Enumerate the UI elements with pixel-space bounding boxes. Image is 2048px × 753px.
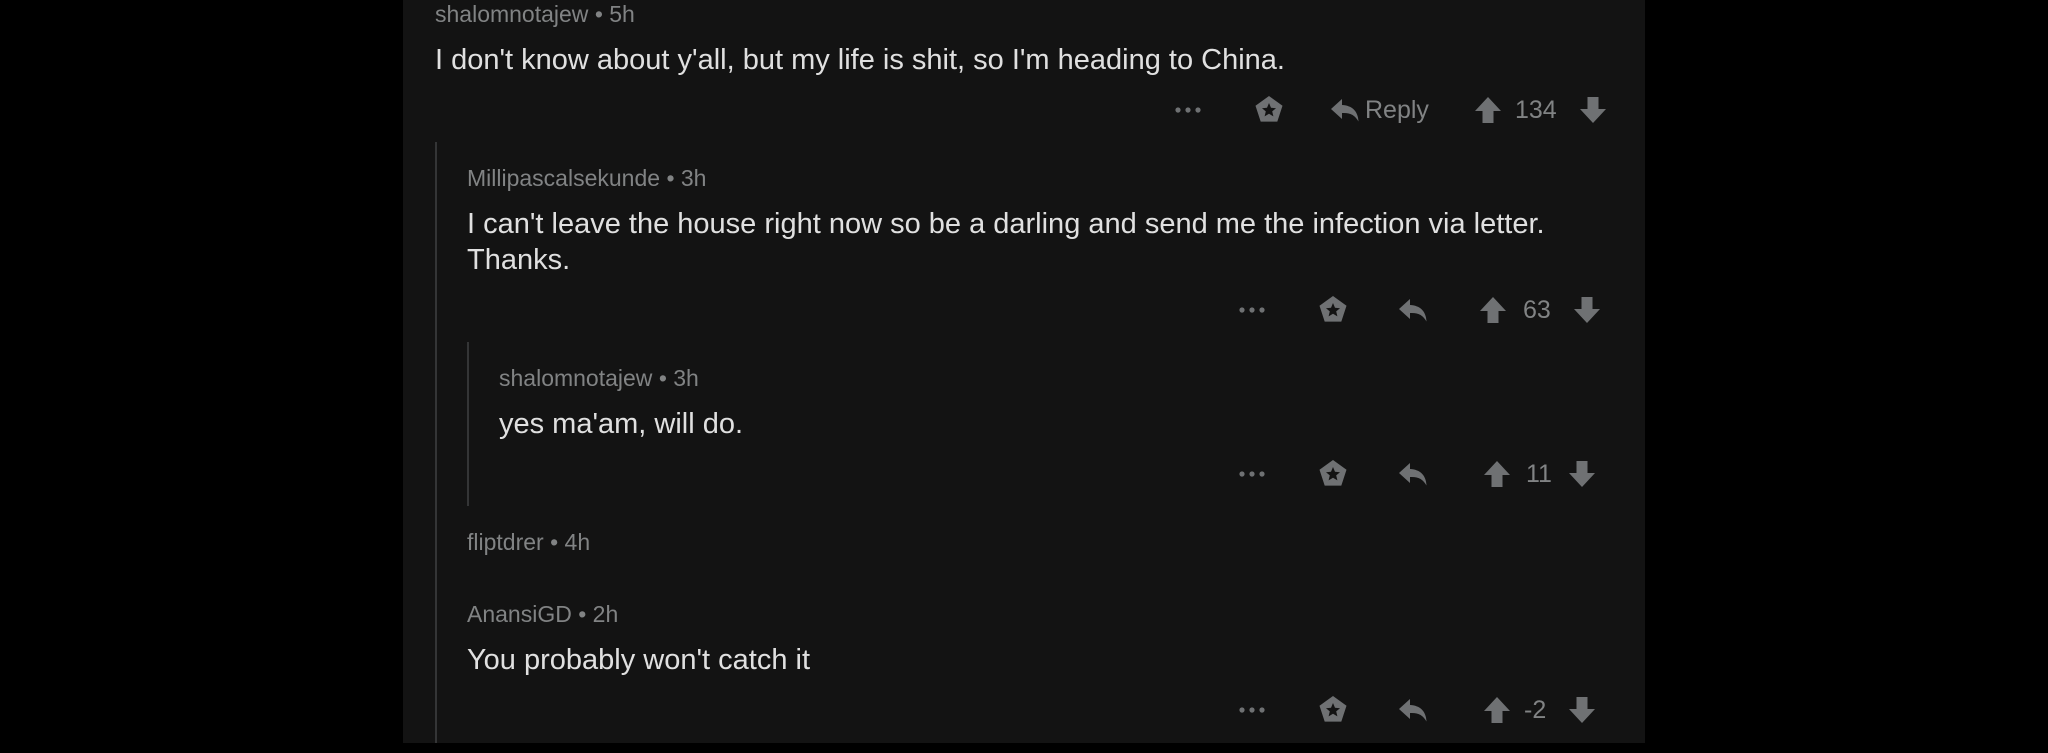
award-icon [1319, 460, 1347, 486]
more-options-button[interactable] [1227, 690, 1277, 730]
comment-body: I can't leave the house right now so be … [467, 208, 1545, 276]
downvote-arrow-icon [1569, 697, 1595, 723]
downvote-button[interactable] [1565, 690, 1599, 730]
comment-author-name[interactable]: fliptdrer [467, 529, 544, 555]
award-button[interactable] [1313, 690, 1353, 730]
reply-button[interactable] [1393, 454, 1433, 494]
thread-line-level-1[interactable] [435, 142, 437, 743]
downvote-button[interactable] [1576, 90, 1610, 130]
comment-timestamp: • 5h [594, 1, 635, 27]
vote-score: 11 [1526, 460, 1552, 488]
vote-score: 63 [1523, 296, 1551, 324]
comment-author-line: AnansiGD • 2h [467, 600, 618, 628]
comment-timestamp: • 4h [550, 529, 591, 555]
upvote-arrow-icon [1475, 97, 1501, 123]
comment-author-name[interactable]: AnansiGD [467, 601, 572, 627]
award-icon [1319, 696, 1347, 722]
reply-arrow-icon [1399, 463, 1427, 486]
more-options-icon [1239, 307, 1265, 313]
upvote-button[interactable] [1471, 90, 1505, 130]
upvote-arrow-icon [1484, 461, 1510, 487]
reply-button[interactable] [1325, 90, 1365, 130]
more-options-icon [1239, 707, 1265, 713]
reply-button[interactable] [1393, 290, 1433, 330]
upvote-button[interactable] [1476, 290, 1510, 330]
comment-author-line: shalomnotajew • 3h [499, 364, 699, 392]
downvote-arrow-icon [1574, 297, 1600, 323]
upvote-button[interactable] [1480, 454, 1514, 494]
award-icon [1319, 296, 1347, 322]
comment-author-line[interactable]: fliptdrer • 4h [467, 528, 590, 556]
comment-actions: -2 [403, 690, 1645, 730]
comment-author-line: Millipascalsekunde • 3h [467, 164, 706, 192]
downvote-button[interactable] [1565, 454, 1599, 494]
comment-actions: Reply 134 [403, 90, 1645, 130]
more-options-icon [1175, 107, 1201, 113]
upvote-arrow-icon [1480, 297, 1506, 323]
comment-timestamp: • 3h [666, 165, 707, 191]
more-options-button[interactable] [1163, 90, 1213, 130]
award-button[interactable] [1313, 454, 1353, 494]
reply-label[interactable]: Reply [1365, 90, 1429, 130]
comment-author-name[interactable]: shalomnotajew [499, 365, 652, 391]
award-icon [1255, 96, 1283, 122]
comment-author-name[interactable]: Millipascalsekunde [467, 165, 660, 191]
comment-actions: 11 [403, 454, 1645, 494]
downvote-arrow-icon [1569, 461, 1595, 487]
comment-author-line: shalomnotajew • 5h [435, 0, 635, 28]
comment-timestamp: • 2h [578, 601, 619, 627]
award-button[interactable] [1249, 90, 1289, 130]
downvote-button[interactable] [1570, 290, 1604, 330]
comment-author-name[interactable]: shalomnotajew [435, 1, 588, 27]
comment-body: You probably won't catch it [467, 644, 811, 676]
upvote-arrow-icon [1484, 697, 1510, 723]
reply-arrow-icon [1399, 299, 1427, 322]
comment-timestamp: • 3h [658, 365, 699, 391]
more-options-icon [1239, 471, 1265, 477]
vote-score: -2 [1524, 696, 1547, 724]
reply-button[interactable] [1393, 690, 1433, 730]
comment-actions: 63 [403, 290, 1645, 330]
upvote-button[interactable] [1480, 690, 1514, 730]
award-button[interactable] [1313, 290, 1353, 330]
downvote-arrow-icon [1580, 97, 1606, 123]
vote-score: 134 [1515, 96, 1557, 124]
reply-arrow-icon [1399, 699, 1427, 722]
comments-panel: shalomnotajew • 5h I don't know about y'… [403, 0, 1645, 743]
comment-body: yes ma'am, will do. [499, 408, 744, 440]
more-options-button[interactable] [1227, 290, 1277, 330]
reply-arrow-icon [1331, 99, 1359, 122]
comment-body: I don't know about y'all, but my life is… [435, 44, 1285, 76]
more-options-button[interactable] [1227, 454, 1277, 494]
